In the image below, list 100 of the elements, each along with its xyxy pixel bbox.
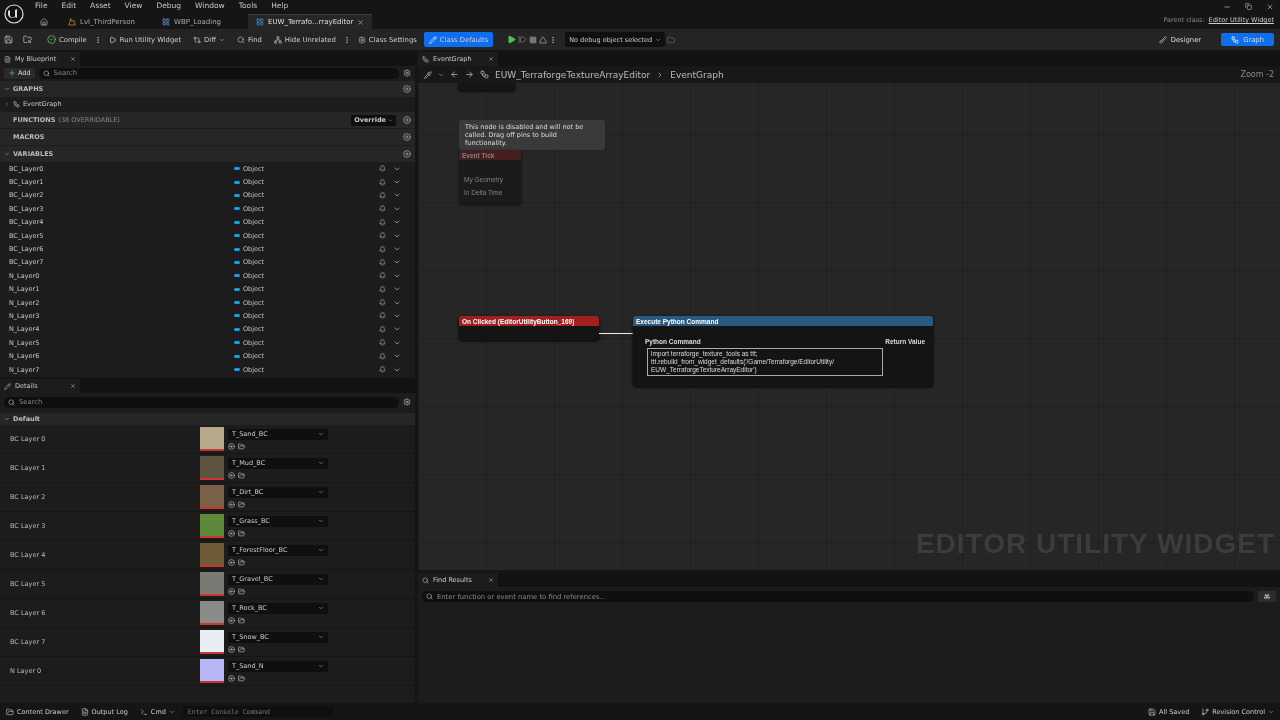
browse-button[interactable] [23, 35, 32, 44]
log-icon [80, 707, 89, 716]
caret-icon [218, 36, 225, 43]
browse-icon [238, 500, 245, 508]
mountain-icon [68, 18, 76, 26]
type-pill-icon [234, 193, 240, 197]
save-icon [4, 35, 13, 44]
bell-icon [379, 191, 386, 199]
bell-icon [379, 366, 386, 374]
browse-icon [238, 645, 245, 653]
caret-icon [318, 663, 324, 669]
settings-icon [357, 35, 366, 44]
plus-icon [8, 69, 16, 77]
use-selected-icon [228, 558, 235, 566]
grid-icon [162, 18, 170, 26]
save-button[interactable] [4, 35, 13, 44]
search-icon [42, 69, 50, 77]
type-pill-icon [234, 247, 240, 251]
caret-icon [318, 547, 324, 553]
save-icon [1148, 707, 1157, 716]
play-icon [507, 35, 517, 44]
browse-icon [238, 558, 245, 566]
use-selected-icon [228, 529, 235, 537]
caret-icon [318, 518, 324, 524]
graph-icon [480, 70, 489, 79]
breadcrumb-item[interactable]: EventGraph [670, 69, 724, 80]
use-selected-icon [228, 616, 235, 624]
bell-icon [379, 232, 386, 240]
type-pill-icon [234, 167, 240, 171]
close-icon [357, 18, 365, 26]
caret-icon [1268, 708, 1274, 715]
type-pill-icon [234, 207, 240, 211]
folder-icon [667, 35, 676, 44]
graph-icon [13, 100, 20, 108]
type-pill-icon [234, 220, 240, 224]
restore-icon [1245, 3, 1252, 10]
search-icon [422, 576, 429, 584]
back-icon [450, 70, 459, 79]
type-pill-icon [234, 314, 240, 318]
breadcrumb-item[interactable]: EUW_TerraforgeTextureArrayEditor [495, 69, 651, 80]
binoculars-icon [1264, 593, 1270, 600]
bell-icon [379, 178, 386, 186]
play-icon [108, 35, 117, 44]
type-pill-icon [234, 180, 240, 184]
check-icon [47, 35, 56, 44]
browse-icon [238, 587, 245, 595]
use-selected-icon [228, 674, 235, 682]
bell-icon [379, 205, 386, 213]
engine-logo [4, 4, 24, 24]
settings-icon [403, 398, 411, 406]
bell-icon [379, 299, 386, 307]
find-button[interactable] [1258, 591, 1276, 602]
step-icon [518, 35, 528, 44]
browse-icon [238, 471, 245, 479]
search-icon [236, 35, 245, 44]
bell-icon [379, 325, 386, 333]
close-icon [488, 56, 494, 62]
branch-icon [1201, 707, 1210, 716]
caret-icon [318, 576, 324, 582]
type-pill-icon [234, 368, 240, 372]
brush-icon [1158, 35, 1167, 44]
close-icon [70, 56, 76, 62]
graph-icon [422, 55, 429, 63]
caret-icon [318, 460, 324, 466]
browse-icon [238, 616, 245, 624]
use-selected-icon [228, 442, 235, 450]
pencil-icon [428, 35, 437, 44]
close-icon [70, 383, 76, 389]
use-selected-icon [228, 645, 235, 653]
settings-icon [403, 69, 411, 77]
bell-icon [379, 258, 386, 266]
add-icon [403, 133, 411, 141]
caret-icon [318, 634, 324, 640]
zoom-label: Zoom -2 [1240, 70, 1274, 79]
search-icon [426, 593, 433, 600]
browse-icon [238, 674, 245, 682]
type-pill-icon [234, 354, 240, 358]
caret-icon [168, 708, 175, 715]
graph-node[interactable] [458, 83, 515, 90]
caret-icon [318, 605, 324, 611]
close-icon [1266, 2, 1274, 11]
home-icon [40, 18, 48, 26]
type-pill-icon [234, 327, 240, 331]
forward-icon [465, 70, 474, 79]
bell-icon [379, 352, 386, 360]
network-icon [273, 35, 282, 44]
bell-icon [379, 285, 386, 293]
caret-icon [655, 36, 662, 43]
compare-icon [193, 35, 202, 44]
use-selected-icon [228, 500, 235, 508]
stop-icon [529, 35, 538, 44]
type-pill-icon [234, 301, 240, 305]
caret-icon [438, 71, 444, 78]
bell-icon [379, 165, 386, 173]
graph-icon [1231, 35, 1240, 44]
add-icon [403, 150, 411, 158]
add-icon [403, 85, 411, 93]
type-pill-icon [234, 341, 240, 345]
close-icon [488, 577, 494, 583]
terminal-icon [139, 707, 148, 716]
